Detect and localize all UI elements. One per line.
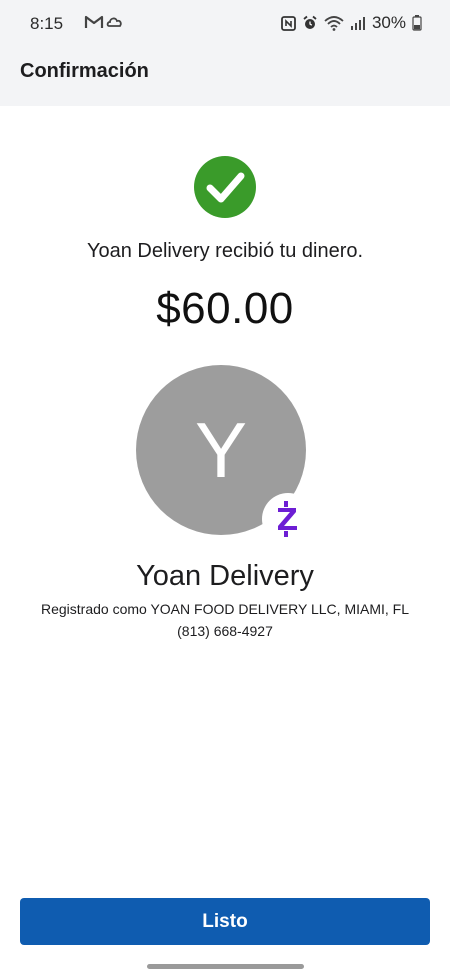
top-bar: 8:15 30% Confirmación <box>0 0 450 106</box>
wifi-icon <box>324 15 344 31</box>
status-left-icons <box>84 14 124 30</box>
status-bar: 8:15 30% <box>0 0 450 48</box>
battery-percent: 30% <box>371 13 406 32</box>
home-indicator[interactable] <box>147 964 304 969</box>
battery-icon <box>412 15 422 31</box>
signal-icon <box>350 16 366 30</box>
recipient-phone: (813) 668-4927 <box>177 623 273 639</box>
zelle-icon <box>262 493 314 545</box>
recipient-name: Yoan Delivery <box>136 560 314 592</box>
avatar-initial: Y <box>194 406 248 494</box>
confirmation-message: Yoan Delivery recibió tu dinero. <box>86 240 364 262</box>
status-time: 8:15 <box>30 14 64 33</box>
status-right-icons: 30% <box>281 13 422 33</box>
amount-sent: $60.00 <box>156 284 294 333</box>
success-check-icon <box>194 156 256 218</box>
gmail-icon <box>84 14 104 30</box>
cloud-icon <box>106 14 124 30</box>
confirmation-screen: 8:15 30% Confirmación Yoan Delivery reci… <box>0 0 450 976</box>
done-button[interactable]: Listo <box>20 898 430 945</box>
page-title: Confirmación <box>20 60 149 82</box>
alarm-icon <box>302 15 318 31</box>
registered-as: Registrado como YOAN FOOD DELIVERY LLC, … <box>40 601 409 617</box>
nfc-icon <box>281 15 296 31</box>
